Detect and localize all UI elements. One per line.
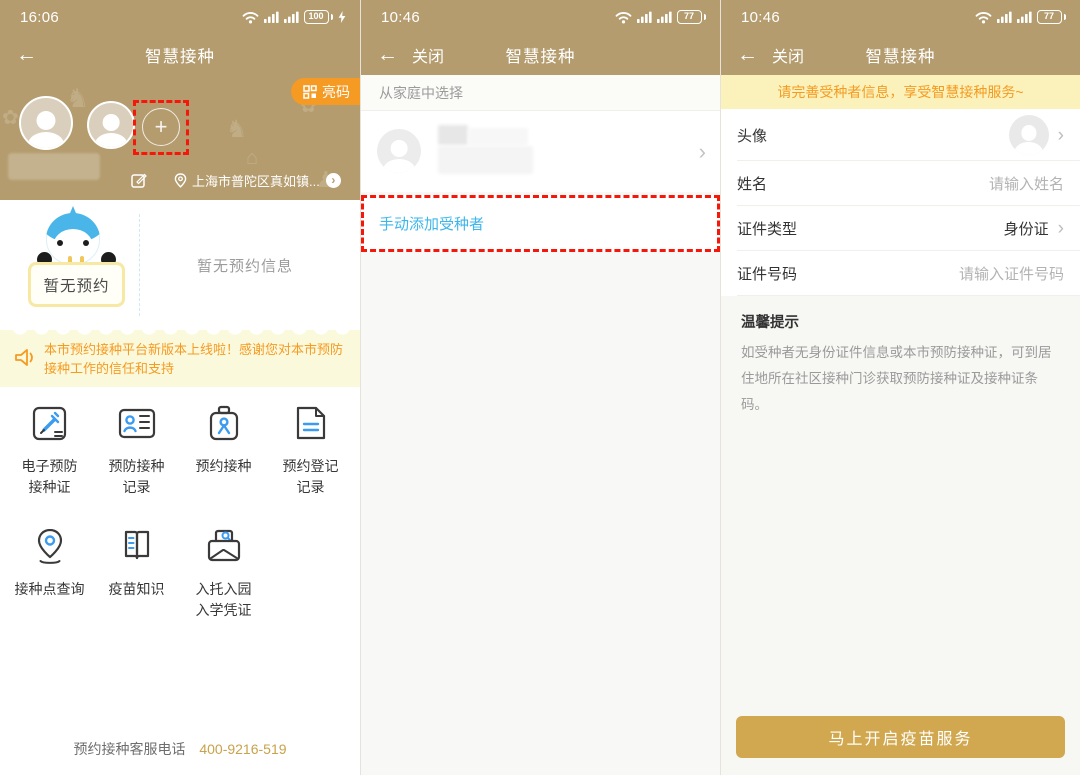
status-bar: 16:06 100 — [0, 0, 360, 34]
bag-person-icon — [201, 401, 247, 445]
info-banner: 请完善受种者信息，享受智慧接种服务~ — [721, 75, 1080, 109]
signal-bars-icon — [264, 11, 279, 23]
envelope-cert-icon — [201, 524, 247, 568]
idtype-field-label: 证件类型 — [737, 218, 797, 239]
avatar-field-label: 头像 — [737, 125, 767, 146]
feature-vaccine-knowledge[interactable]: 疫苗知识 — [96, 524, 178, 621]
wifi-icon — [615, 11, 632, 24]
nav-bar: ← 智慧接种 — [0, 34, 360, 75]
battery-icon: 77 — [1037, 10, 1062, 24]
no-appointment-info-text: 暂无预约信息 — [140, 200, 350, 330]
nav-bar: ← 关闭 智慧接种 — [721, 34, 1080, 75]
manual-add-recipient-row[interactable]: 手动添加受种者 — [361, 195, 720, 252]
name-field-label: 姓名 — [737, 173, 767, 194]
blurred-username — [8, 153, 100, 180]
hero-section: ♞ ♞ ✿ ✿ ⌂ ♟ 亮码 + 上海市普陀区真如镇... › — [0, 75, 360, 200]
avatar — [377, 129, 421, 173]
status-time: 16:06 — [20, 9, 59, 26]
feature-grid: 电子预防接种证 预防接种记录 预约接种 预约登记记录 接种点查询 疫苗知识 — [0, 401, 360, 621]
decor-icon: ⌂ — [246, 147, 258, 170]
doc-record-icon — [288, 401, 334, 445]
avatar[interactable] — [19, 96, 73, 150]
service-phone-label: 预约接种客服电话 — [73, 741, 185, 757]
feature-book-vacc[interactable]: 预约接种 — [183, 401, 265, 498]
edit-icon — [130, 171, 148, 189]
avatar-field-row[interactable]: 头像 › — [721, 109, 1080, 161]
status-time: 10:46 — [741, 9, 780, 26]
page-title: 智慧接种 — [721, 43, 1080, 67]
tips-body: 如受种者无身份证件信息或本市预防接种证，可到居住地所在社区接种门诊获取预防接种证… — [741, 340, 1060, 418]
signal-bars-icon — [637, 11, 652, 23]
manual-add-recipient-link[interactable]: 手动添加受种者 — [379, 213, 484, 234]
map-pin-icon — [27, 524, 73, 568]
charging-bolt-icon — [338, 11, 346, 23]
location-pin-icon — [174, 173, 187, 188]
announcement-banner[interactable]: 本市预约接种平台新版本上线啦！感谢您对本市预防接种工作的信任和支持 — [0, 330, 360, 387]
signal-bars-icon — [997, 11, 1012, 23]
service-phone-number[interactable]: 400-9216-519 — [199, 741, 286, 757]
idnumber-field-row[interactable]: 证件号码 请输入证件号码 — [721, 251, 1080, 296]
avatar — [1009, 115, 1049, 155]
avatar[interactable] — [87, 101, 135, 149]
location-row[interactable]: 上海市普陀区真如镇... › — [130, 168, 352, 192]
page-title: 智慧接种 — [0, 43, 360, 67]
blurred-name — [468, 128, 528, 145]
panel-home: 16:06 100 ← 智慧接种 ♞ ♞ ✿ ✿ ⌂ ♟ 亮码 — [0, 0, 360, 775]
feature-e-cert[interactable]: 电子预防接种证 — [9, 401, 91, 498]
panel-choose-recipient: 10:46 77 ← 关闭 智慧接种 从家庭中选择 › 手动添加受种者 — [360, 0, 720, 775]
panel-recipient-form: 10:46 77 ← 关闭 智慧接种 请完善受种者信息，享受智慧接种服务~ 头像… — [720, 0, 1080, 775]
syringe-cert-icon — [27, 401, 73, 445]
book-icon — [114, 524, 160, 568]
idnumber-field-label: 证件号码 — [737, 263, 797, 284]
name-input[interactable]: 请输入姓名 — [989, 173, 1064, 194]
location-text: 上海市普陀区真如镇... — [192, 171, 320, 190]
status-bar: 10:46 77 — [721, 0, 1080, 34]
feature-school-cert[interactable]: 入托入园入学凭证 — [183, 524, 265, 621]
name-field-row[interactable]: 姓名 请输入姓名 — [721, 161, 1080, 206]
signal-bars-icon — [1017, 11, 1032, 23]
tips-title: 温馨提示 — [741, 311, 1060, 332]
feature-site-search[interactable]: 接种点查询 — [9, 524, 91, 621]
status-bar: 10:46 77 — [361, 0, 720, 34]
start-vaccine-service-button[interactable]: 马上开启疫苗服务 — [736, 716, 1065, 758]
idnumber-input[interactable]: 请输入证件号码 — [959, 263, 1064, 284]
status-time: 10:46 — [381, 9, 420, 26]
chevron-right-icon: › — [699, 139, 706, 165]
blurred-name — [438, 146, 533, 174]
no-appointment-sign: 暂无预约 — [28, 262, 125, 307]
chevron-right-icon: › — [1058, 126, 1064, 145]
wifi-icon — [242, 11, 259, 24]
brighten-code-button[interactable]: 亮码 — [291, 78, 360, 105]
chevron-right-icon[interactable]: › — [326, 173, 341, 188]
idtype-field-row[interactable]: 证件类型 身份证 › — [721, 206, 1080, 251]
signal-bars-icon — [657, 11, 672, 23]
id-card-icon — [114, 401, 160, 445]
battery-icon: 100 — [304, 10, 329, 24]
feature-vacc-record[interactable]: 预防接种记录 — [96, 401, 178, 498]
wifi-icon — [975, 11, 992, 24]
page-title: 智慧接种 — [361, 43, 720, 67]
penguin-mascot — [46, 213, 100, 265]
announcement-text: 本市预约接种平台新版本上线啦！感谢您对本市预防接种工作的信任和支持 — [44, 340, 352, 378]
tips-section: 温馨提示 如受种者无身份证件信息或本市预防接种证，可到居住地所在社区接种门诊获取… — [721, 296, 1080, 775]
screenshot-stage: 16:06 100 ← 智慧接种 ♞ ♞ ✿ ✿ ⌂ ♟ 亮码 — [0, 0, 1080, 775]
battery-icon: 77 — [677, 10, 702, 24]
appointment-card: 暂无预约 暂无预约信息 — [10, 200, 350, 330]
decor-icon: ♞ — [226, 115, 248, 144]
nav-bar: ← 关闭 智慧接种 — [361, 34, 720, 75]
speaker-icon — [14, 347, 37, 368]
section-label: 从家庭中选择 — [361, 75, 720, 111]
qr-code-icon — [303, 85, 317, 99]
blurred-name — [438, 125, 468, 145]
service-phone-row: 预约接种客服电话 400-9216-519 — [0, 739, 360, 759]
idtype-value: 身份证 — [1004, 218, 1049, 239]
signal-bars-icon — [284, 11, 299, 23]
feature-booking-record[interactable]: 预约登记记录 — [270, 401, 352, 498]
chevron-right-icon: › — [1058, 219, 1064, 238]
highlight-box — [133, 100, 189, 155]
family-member-row[interactable]: › — [361, 111, 720, 192]
decor-icon: ✿ — [2, 105, 19, 130]
brighten-code-label: 亮码 — [322, 82, 350, 102]
